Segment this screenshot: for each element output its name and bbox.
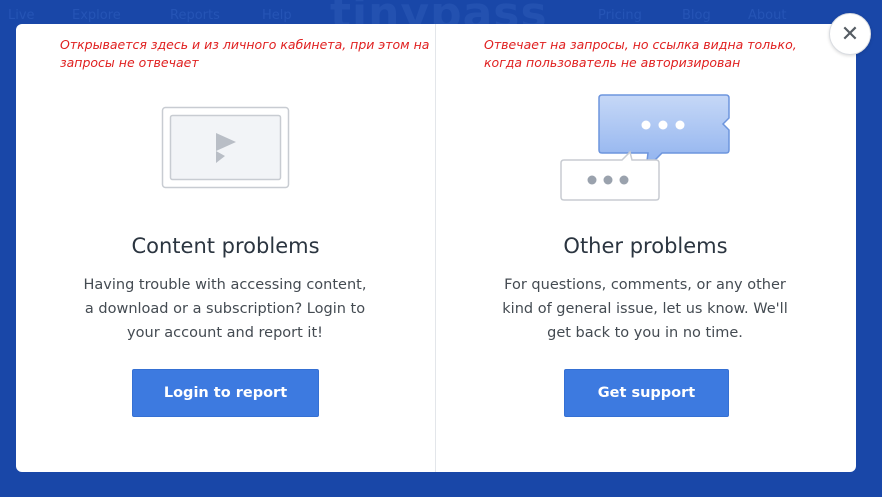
get-support-button[interactable]: Get support xyxy=(564,369,729,417)
bg-nav-item: Reports xyxy=(170,8,220,23)
close-icon: ✕ xyxy=(840,21,860,47)
content-problems-title: Content problems xyxy=(131,234,320,258)
bg-nav-item: Help xyxy=(262,8,292,23)
bg-nav-item: Pricing xyxy=(598,8,642,23)
bg-nav-item: Explore xyxy=(72,8,121,23)
login-to-report-button[interactable]: Login to report xyxy=(132,369,319,417)
bg-nav-item: Live xyxy=(8,8,35,23)
other-problems-panel: Отвечает на запросы, но ссылка видна тол… xyxy=(436,24,855,472)
other-problems-title: Other problems xyxy=(563,234,728,258)
annotation-note: Отвечает на запросы, но ссылка видна тол… xyxy=(484,37,797,70)
close-button[interactable]: ✕ xyxy=(829,13,871,55)
annotation-note: Открывается здесь и из личного кабинета,… xyxy=(60,37,430,70)
bg-nav-item: Blog xyxy=(682,8,711,23)
support-modal: Открывается здесь и из личного кабинета,… xyxy=(16,24,856,472)
chat-bubbles-icon xyxy=(560,94,730,201)
background-nav: Live Explore Reports Help tinypass Prici… xyxy=(0,0,882,39)
other-problems-description: For questions, comments, or any other ki… xyxy=(502,277,788,341)
bg-nav-item: About xyxy=(748,8,787,23)
video-player-icon xyxy=(161,106,290,189)
content-problems-description: Having trouble with accessing content, a… xyxy=(83,277,367,341)
content-problems-panel: Открывается здесь и из личного кабинета,… xyxy=(16,24,435,472)
